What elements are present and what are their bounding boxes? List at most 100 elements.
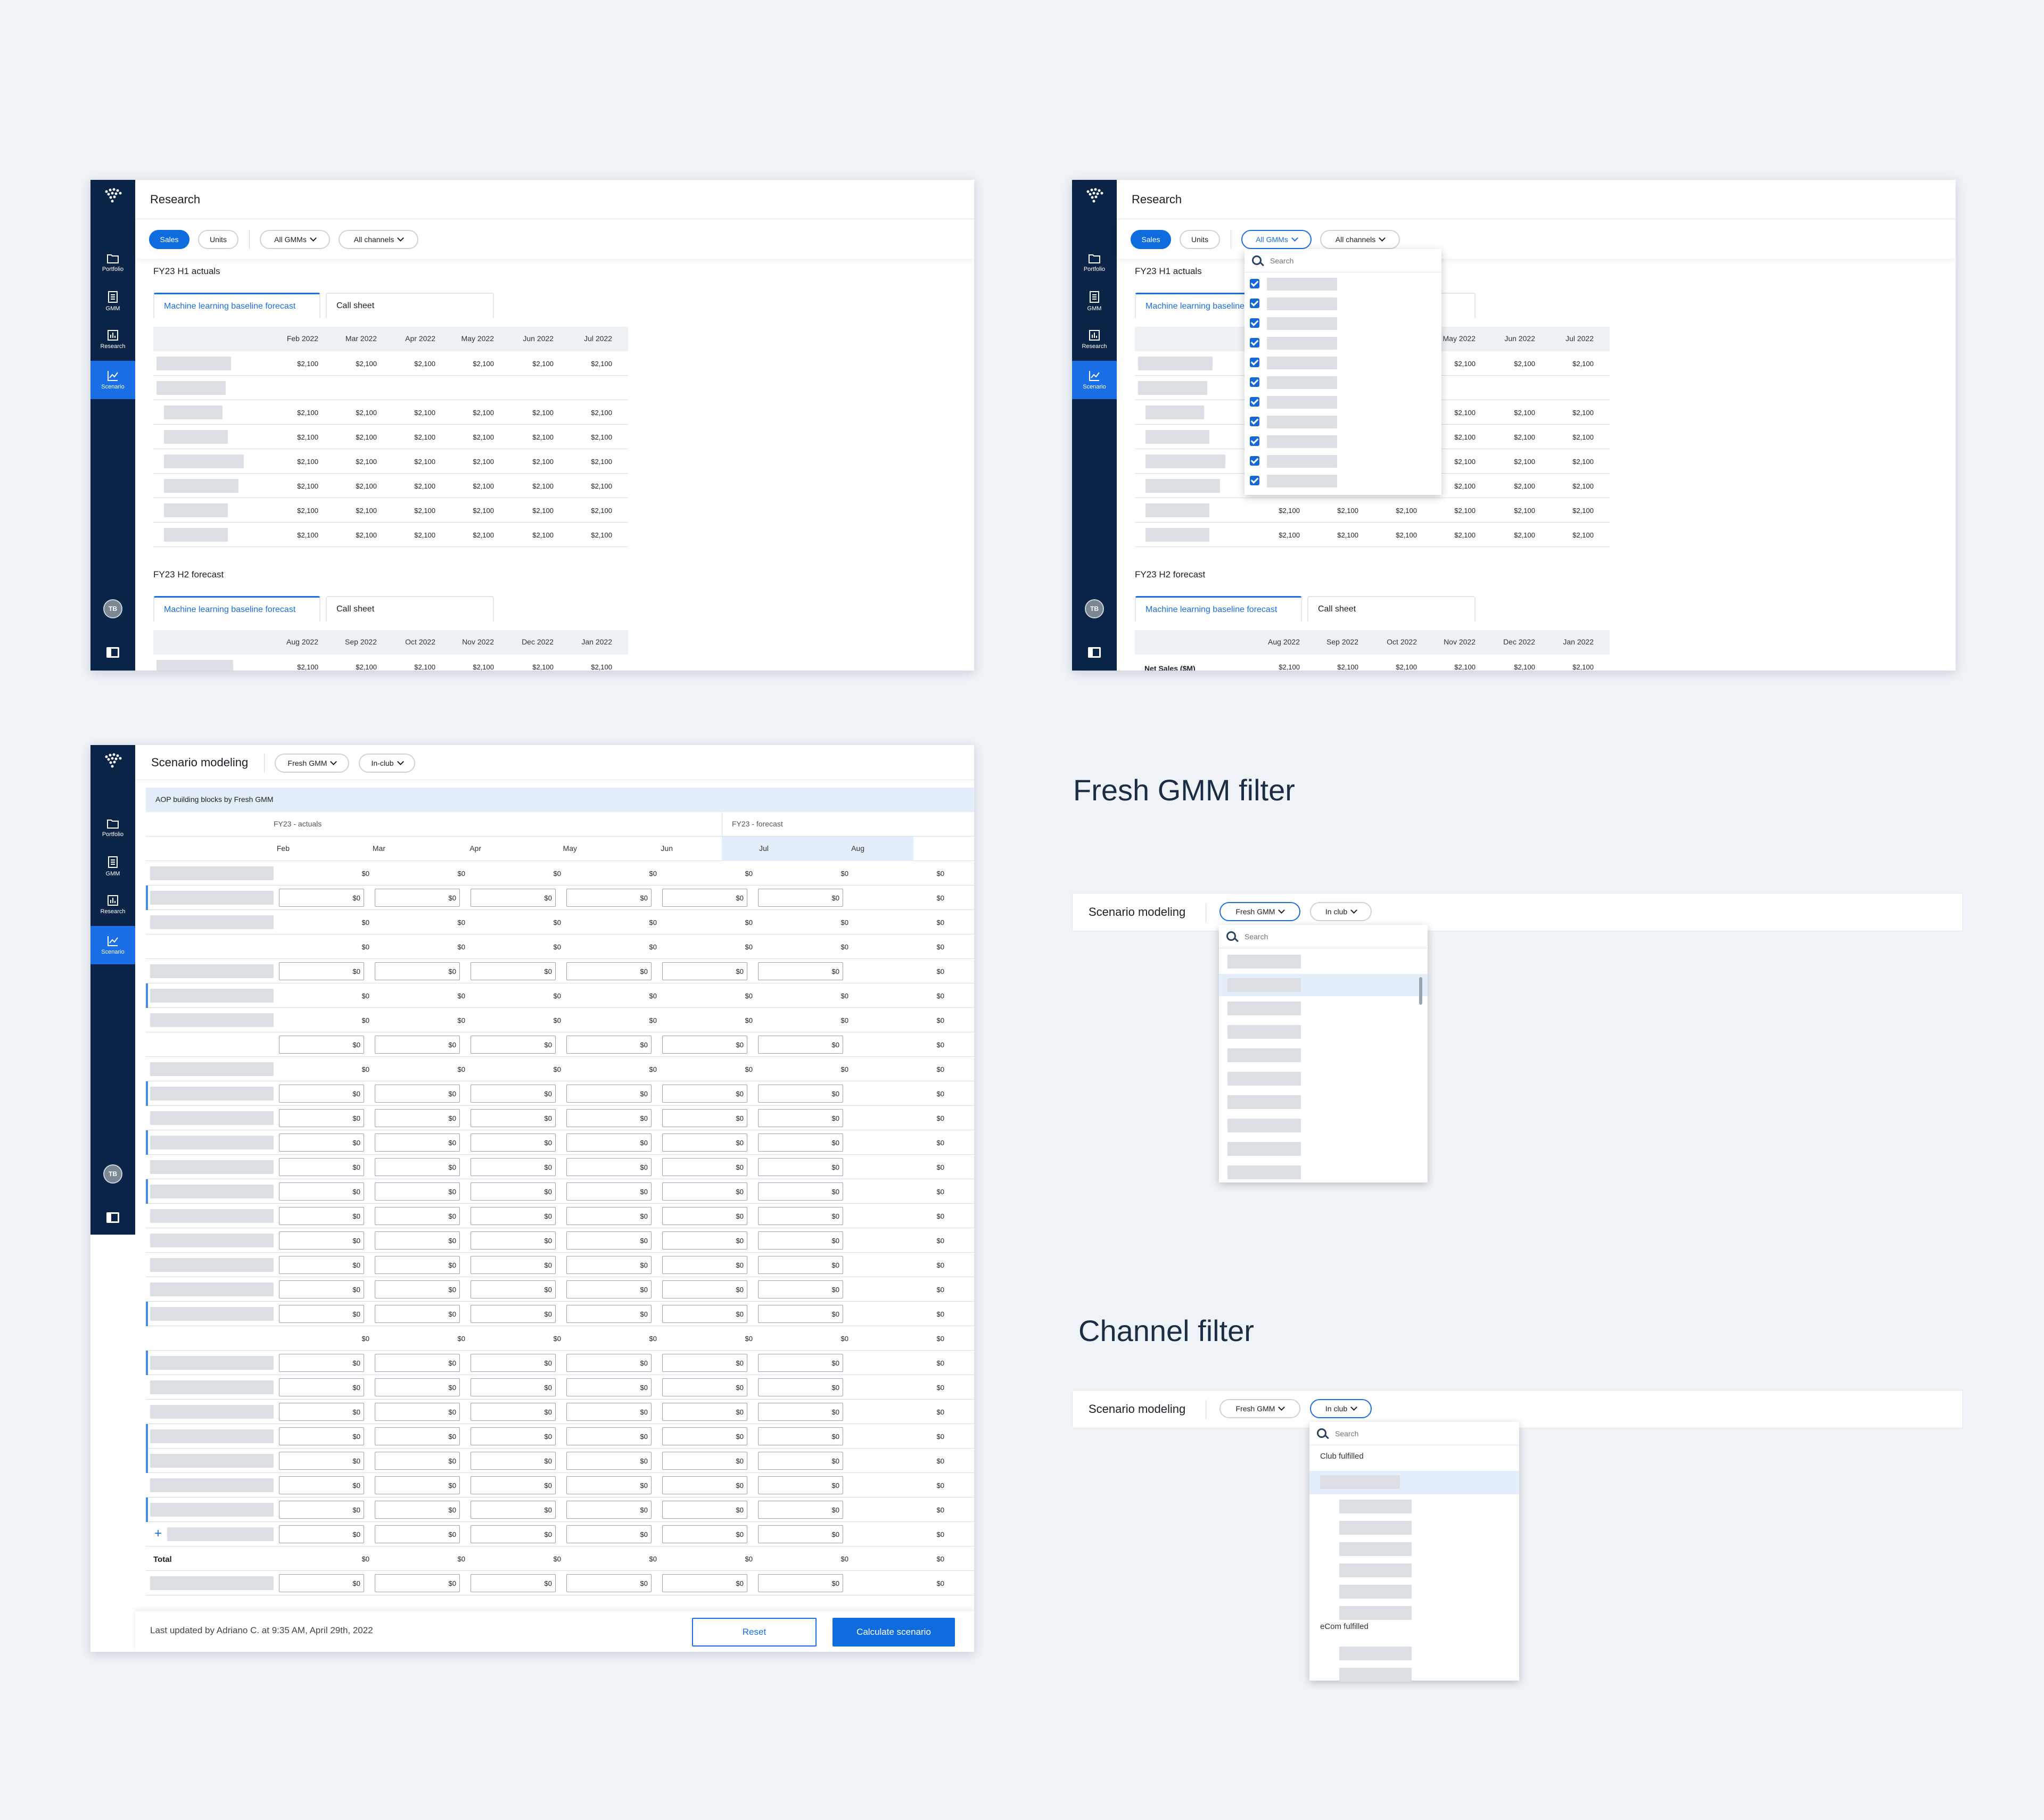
value-input[interactable]: $0 xyxy=(471,1231,556,1250)
value-input[interactable]: $0 xyxy=(662,1158,747,1176)
value-input[interactable]: $0 xyxy=(471,1378,556,1396)
nav-scenario[interactable]: Scenario xyxy=(1072,361,1117,399)
value-input[interactable]: $0 xyxy=(758,962,843,980)
value-input[interactable]: $0 xyxy=(279,889,364,907)
value-input[interactable]: $0 xyxy=(662,1134,747,1152)
avatar[interactable]: TB xyxy=(103,599,122,618)
value-input[interactable]: $0 xyxy=(279,1134,364,1152)
value-input[interactable]: $0 xyxy=(279,1476,364,1494)
value-input[interactable]: $0 xyxy=(279,1256,364,1274)
option-label[interactable] xyxy=(1227,1142,1301,1156)
value-input[interactable]: $0 xyxy=(662,1256,747,1274)
value-input[interactable]: $0 xyxy=(566,1501,652,1519)
value-input[interactable]: $0 xyxy=(471,1158,556,1176)
avatar[interactable]: TB xyxy=(103,1164,122,1184)
value-input[interactable]: $0 xyxy=(758,1501,843,1519)
value-input[interactable]: $0 xyxy=(375,1207,460,1225)
value-input[interactable]: $0 xyxy=(758,1476,843,1494)
value-input[interactable]: $0 xyxy=(566,1403,652,1421)
value-input[interactable]: $0 xyxy=(471,1574,556,1592)
value-input[interactable]: $0 xyxy=(566,1574,652,1592)
value-input[interactable]: $0 xyxy=(375,1574,460,1592)
option-label[interactable] xyxy=(1339,1563,1412,1577)
value-input[interactable]: $0 xyxy=(471,1134,556,1152)
value-input[interactable]: $0 xyxy=(375,1182,460,1201)
value-input[interactable]: $0 xyxy=(758,1256,843,1274)
value-input[interactable]: $0 xyxy=(375,1256,460,1274)
value-input[interactable]: $0 xyxy=(279,1085,364,1103)
value-input[interactable]: $0 xyxy=(566,1207,652,1225)
option-label[interactable] xyxy=(1339,1585,1412,1599)
add-icon[interactable]: + xyxy=(154,1526,162,1541)
option-label[interactable] xyxy=(1339,1647,1412,1660)
option-label[interactable] xyxy=(1227,1025,1301,1039)
value-input[interactable]: $0 xyxy=(662,1403,747,1421)
value-input[interactable]: $0 xyxy=(279,1305,364,1323)
value-input[interactable]: $0 xyxy=(662,1501,747,1519)
value-input[interactable]: $0 xyxy=(375,962,460,980)
nav-gmm[interactable]: GMM xyxy=(90,847,135,886)
value-input[interactable]: $0 xyxy=(566,1354,652,1372)
value-input[interactable]: $0 xyxy=(758,1574,843,1592)
value-input[interactable]: $0 xyxy=(566,1280,652,1298)
value-input[interactable]: $0 xyxy=(471,1452,556,1470)
value-input[interactable]: $0 xyxy=(566,1378,652,1396)
value-input[interactable]: $0 xyxy=(279,962,364,980)
value-input[interactable]: $0 xyxy=(279,1109,364,1127)
value-input[interactable]: $0 xyxy=(471,1403,556,1421)
value-input[interactable]: $0 xyxy=(279,1574,364,1592)
tab-call-sheet[interactable]: Call sheet xyxy=(326,293,494,318)
value-input[interactable]: $0 xyxy=(279,1354,364,1372)
value-input[interactable]: $0 xyxy=(758,1305,843,1323)
value-input[interactable]: $0 xyxy=(375,1452,460,1470)
value-input[interactable]: $0 xyxy=(662,1476,747,1494)
avatar[interactable]: TB xyxy=(1085,599,1104,618)
sales-toggle[interactable]: Sales xyxy=(149,230,189,249)
nav-gmm[interactable]: GMM xyxy=(90,282,135,320)
channel-dropdown[interactable]: In club xyxy=(1310,1399,1372,1418)
value-input[interactable]: $0 xyxy=(375,1525,460,1543)
value-input[interactable]: $0 xyxy=(375,1378,460,1396)
value-input[interactable]: $0 xyxy=(279,1158,364,1176)
value-input[interactable]: $0 xyxy=(566,1158,652,1176)
checkbox-checked[interactable] xyxy=(1250,338,1259,348)
value-input[interactable]: $0 xyxy=(566,1134,652,1152)
value-input[interactable]: $0 xyxy=(471,889,556,907)
search-input[interactable]: Search xyxy=(1219,925,1428,948)
value-input[interactable]: $0 xyxy=(758,1427,843,1445)
checkbox-checked[interactable] xyxy=(1250,358,1259,367)
nav-gmm[interactable]: GMM xyxy=(1072,282,1117,320)
value-input[interactable]: $0 xyxy=(279,1036,364,1054)
value-input[interactable]: $0 xyxy=(471,1280,556,1298)
tab-ml-forecast[interactable]: Machine learning baseline forecast xyxy=(153,596,320,622)
reset-button[interactable]: Reset xyxy=(692,1618,817,1647)
option-label[interactable] xyxy=(1339,1606,1412,1620)
value-input[interactable]: $0 xyxy=(758,1109,843,1127)
option-label[interactable] xyxy=(1227,955,1301,969)
value-input[interactable]: $0 xyxy=(375,1134,460,1152)
value-input[interactable]: $0 xyxy=(758,1354,843,1372)
value-input[interactable]: $0 xyxy=(375,1158,460,1176)
value-input[interactable]: $0 xyxy=(566,1452,652,1470)
value-input[interactable]: $0 xyxy=(566,1305,652,1323)
value-input[interactable]: $0 xyxy=(375,1427,460,1445)
value-input[interactable]: $0 xyxy=(375,1109,460,1127)
value-input[interactable]: $0 xyxy=(662,1109,747,1127)
value-input[interactable]: $0 xyxy=(471,1207,556,1225)
value-input[interactable]: $0 xyxy=(566,1256,652,1274)
value-input[interactable]: $0 xyxy=(566,1476,652,1494)
option-label[interactable] xyxy=(1227,1072,1301,1086)
value-input[interactable]: $0 xyxy=(375,1501,460,1519)
nav-scenario[interactable]: Scenario xyxy=(90,361,135,399)
value-input[interactable]: $0 xyxy=(758,1158,843,1176)
nav-portfolio[interactable]: Portfolio xyxy=(1072,244,1117,282)
value-input[interactable]: $0 xyxy=(566,1182,652,1201)
channel-dropdown[interactable]: In-club xyxy=(359,754,415,773)
value-input[interactable]: $0 xyxy=(375,1085,460,1103)
checkbox-checked[interactable] xyxy=(1250,279,1259,288)
value-input[interactable]: $0 xyxy=(662,889,747,907)
value-input[interactable]: $0 xyxy=(279,1378,364,1396)
value-input[interactable]: $0 xyxy=(758,1403,843,1421)
value-input[interactable]: $0 xyxy=(471,962,556,980)
value-input[interactable]: $0 xyxy=(471,1182,556,1201)
